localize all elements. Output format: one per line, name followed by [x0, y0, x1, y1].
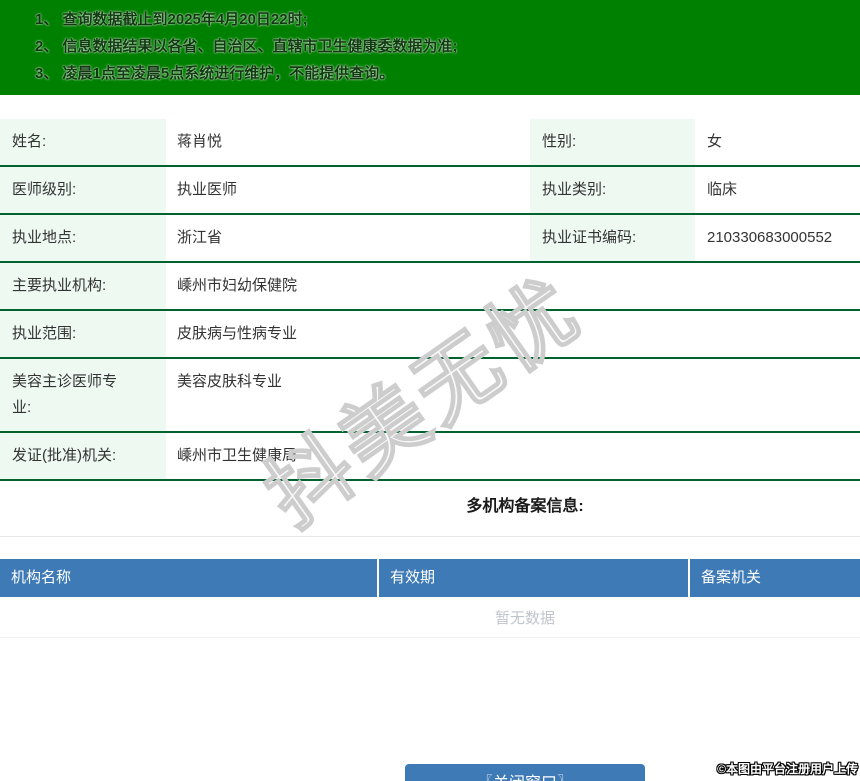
notice-line-1-text: 1、 查询数据截止到: [35, 11, 168, 28]
row-cosmetic-specialty: 美容主诊医师专业: 美容皮肤科专业: [0, 359, 860, 433]
notice-line-3: 3、 凌晨1点至凌晨5点系统进行维护，不能提供查询。: [35, 60, 860, 87]
row-filler: [530, 359, 860, 431]
certificate-number-value: 210330683000552: [707, 229, 833, 246]
row-filler: [530, 433, 860, 479]
row-filler: [530, 311, 860, 357]
column-header-validity: 有效期: [379, 559, 688, 597]
notice-line-1-bold: 2025年4月20日22时: [167, 11, 303, 28]
row-main-org: 主要执业机构: 嵊州市妇幼保健院: [0, 263, 860, 311]
notice-line-3-bold: 凌晨1点至凌晨5点: [62, 65, 185, 82]
row-name-gender: 姓名: 蒋肖悦 性别: 女: [0, 119, 860, 167]
row-filler: [530, 263, 860, 309]
photo-credit-watermark: ©本图由平台注册用户上传: [717, 762, 858, 776]
filing-table-header: 机构名称 有效期 备案机关: [0, 559, 860, 597]
notice-line-1-tail: ;: [302, 11, 308, 28]
issuing-authority-value: 嵊州市卫生健康局: [177, 447, 298, 464]
row-location-cert: 执业地点: 浙江省 执业证书编码: 210330683000552: [0, 215, 860, 263]
practice-category-value: 临床: [707, 181, 738, 198]
notice-line-2-text: 2、 信息数据结果以各省、自治区、直辖市卫生健康委数据为准;: [35, 38, 458, 55]
cosmetic-specialty-value: 美容皮肤科专业: [177, 373, 283, 390]
notice-line-2: 2、 信息数据结果以各省、自治区、直辖市卫生健康委数据为准;: [35, 33, 860, 60]
column-header-org-name: 机构名称: [0, 559, 377, 597]
gender-value: 女: [707, 133, 723, 150]
doctor-level-value: 执业医师: [177, 181, 238, 198]
practice-scope-label: 执业范围:: [0, 311, 166, 357]
no-data-row: 暂无数据: [0, 597, 860, 638]
row-level-category: 医师级别: 执业医师 执业类别: 临床: [0, 167, 860, 215]
page-container: 1、 查询数据截止到2025年4月20日22时; 2、 信息数据结果以各省、自治…: [0, 0, 860, 781]
main-org-value: 嵊州市妇幼保健院: [177, 277, 298, 294]
notice-banner: 1、 查询数据截止到2025年4月20日22时; 2、 信息数据结果以各省、自治…: [0, 0, 860, 95]
doctor-info-table: 姓名: 蒋肖悦 性别: 女 医师级别: 执业医师 执业类别: 临床 执业地点: …: [0, 119, 860, 481]
main-org-label: 主要执业机构:: [0, 263, 166, 309]
issuing-authority-label: 发证(批准)机关:: [0, 433, 166, 479]
notice-line-3-text: 3、: [35, 65, 63, 82]
no-data-text: 暂无数据: [494, 609, 555, 627]
practice-location-value: 浙江省: [177, 229, 223, 246]
filing-section-title: 多机构备案信息:: [466, 498, 584, 515]
certificate-number-label: 执业证书编码:: [530, 215, 695, 261]
name-label: 姓名:: [0, 119, 166, 165]
practice-category-label: 执业类别:: [530, 167, 695, 213]
practice-location-label: 执业地点:: [0, 215, 166, 261]
gender-label: 性别:: [530, 119, 695, 165]
row-issuer: 发证(批准)机关: 嵊州市卫生健康局: [0, 433, 860, 481]
practice-scope-value: 皮肤病与性病专业: [177, 325, 298, 342]
notice-line-3-tail: 系统进行维护，不能提供查询。: [184, 65, 395, 82]
section-divider: [0, 536, 860, 537]
notice-line-1: 1、 查询数据截止到2025年4月20日22时;: [35, 6, 860, 33]
column-header-filing-authority: 备案机关: [690, 559, 860, 597]
name-value: 蒋肖悦: [177, 133, 223, 150]
cosmetic-specialty-label: 美容主诊医师专业:: [0, 359, 166, 431]
row-scope: 执业范围: 皮肤病与性病专业: [0, 311, 860, 359]
close-window-button[interactable]: 〖关闭窗口〗: [405, 764, 645, 781]
doctor-level-label: 医师级别:: [0, 167, 166, 213]
